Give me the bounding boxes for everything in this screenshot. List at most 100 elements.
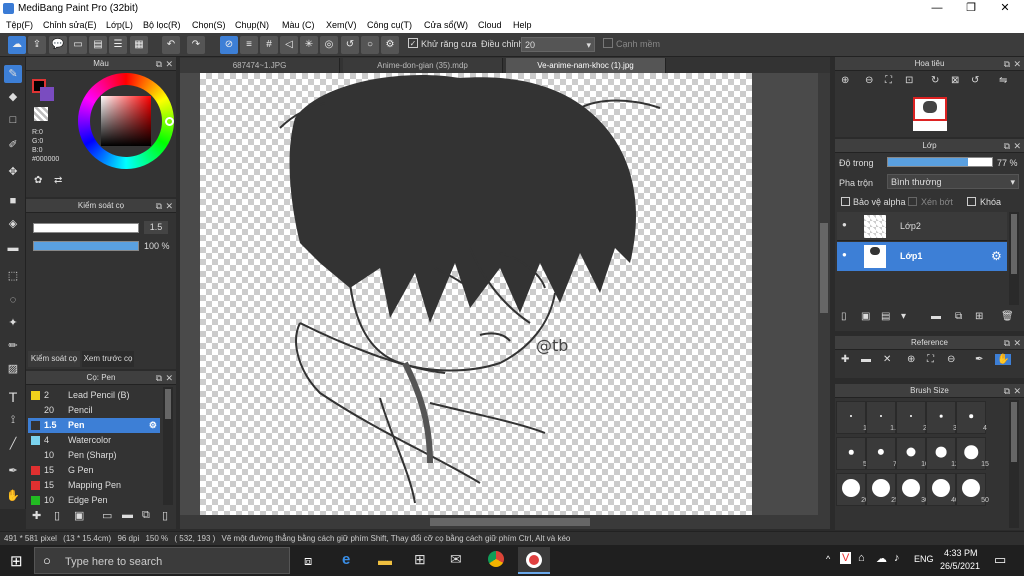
tab-brush-preview[interactable]: Xem trước cọ xyxy=(82,351,134,367)
brush-size-preset[interactable]: 2 xyxy=(896,401,927,434)
redo-icon[interactable]: ↷ xyxy=(187,36,205,54)
layer-opacity-slider[interactable] xyxy=(887,157,993,167)
cloud-icon[interactable]: ☁ xyxy=(8,36,26,54)
zoom-out-icon[interactable]: ⊖ xyxy=(865,75,873,86)
rectangle-tool-icon[interactable]: □ xyxy=(4,111,22,129)
store-icon[interactable]: ⊞ xyxy=(414,551,426,568)
snap-checkbox[interactable] xyxy=(603,38,613,48)
duplicate-brush-icon[interactable]: ▭ xyxy=(102,509,112,522)
zoom-in-icon[interactable]: ⊕ xyxy=(907,354,915,365)
ellipse-snap-icon[interactable]: ○ xyxy=(361,36,379,54)
panel-close-icon[interactable]: ✕ xyxy=(1013,384,1021,398)
panel-close-icon[interactable]: ✕ xyxy=(1013,57,1021,71)
detach-icon[interactable]: ⧉ xyxy=(1004,384,1010,398)
text-tool-icon[interactable]: T xyxy=(4,388,22,406)
select-eraser-icon[interactable]: ▨ xyxy=(4,360,22,378)
perspective-snap-icon[interactable]: ◁ xyxy=(280,36,298,54)
reference-add-icon[interactable]: ✚ xyxy=(841,354,849,365)
delete-layer-icon[interactable]: 🗑 xyxy=(1001,311,1014,322)
brush-item[interactable]: 10 Edge Pen xyxy=(28,493,160,508)
bucket-tool-icon[interactable]: ◈ xyxy=(4,215,22,233)
folder-icon[interactable]: ▬ xyxy=(122,509,133,521)
hue-handle[interactable] xyxy=(165,117,174,126)
menu-view[interactable]: Xem(V) xyxy=(326,20,357,30)
detach-icon[interactable]: ⧉ xyxy=(156,371,162,385)
detach-icon[interactable]: ⧉ xyxy=(1004,336,1010,350)
hue-wheel[interactable] xyxy=(78,73,174,169)
detach-icon[interactable]: ⧉ xyxy=(1004,57,1010,71)
brush-opacity-slider[interactable] xyxy=(33,241,139,251)
medibang-taskbar-button[interactable] xyxy=(518,547,550,574)
windows-start-icon[interactable]: ⊞ xyxy=(10,552,23,570)
eye-icon[interactable]: ● xyxy=(842,220,847,229)
snap-off-icon[interactable]: ⊘ xyxy=(220,36,238,54)
menu-color[interactable]: Màu (C) xyxy=(282,20,315,30)
panel-close-icon[interactable]: ✕ xyxy=(165,371,173,385)
menu-filter[interactable]: Bộ lọc(R) xyxy=(143,20,181,30)
menu-cloud[interactable]: Cloud xyxy=(478,20,502,30)
panel-close-icon[interactable]: ✕ xyxy=(165,57,173,71)
undo-icon[interactable]: ↶ xyxy=(162,36,180,54)
brush-size-preset[interactable]: 50 xyxy=(956,473,989,506)
notification-icon[interactable]: ▭ xyxy=(994,552,1006,568)
brush-size-preset[interactable]: 3 xyxy=(926,401,957,434)
clock-time[interactable]: 4:33 PM xyxy=(944,548,978,558)
brush-size-preset[interactable]: 5 xyxy=(836,437,867,470)
maximize-button[interactable]: ❐ xyxy=(954,0,988,17)
rotate-reset-icon[interactable]: ↺ xyxy=(971,75,979,86)
brush-size-slider[interactable] xyxy=(33,223,139,233)
antialias-checkbox[interactable]: ✓ xyxy=(408,38,418,48)
detach-icon[interactable]: ⧉ xyxy=(156,199,162,213)
brush-size-preset[interactable]: 30 xyxy=(896,473,929,506)
navigator-thumbnail[interactable] xyxy=(913,97,947,131)
panel-close-icon[interactable]: ✕ xyxy=(1013,139,1021,153)
hand-tool-icon[interactable]: ✋ xyxy=(4,487,22,505)
brush-size-preset[interactable]: 12 xyxy=(926,437,959,470)
drawing-canvas[interactable]: @tb xyxy=(200,73,752,515)
taskbar-search[interactable]: ○ Type here to search xyxy=(34,547,290,574)
panel-close-icon[interactable]: ✕ xyxy=(1013,336,1021,350)
brush-size-preset[interactable]: 1 xyxy=(836,401,867,434)
select-tool-icon[interactable]: ⬚ xyxy=(4,267,22,285)
brush-item[interactable]: 10 Pen (Sharp) xyxy=(28,448,160,463)
new-brush-icon[interactable]: ▯ xyxy=(54,509,60,522)
menu-help[interactable]: Help xyxy=(513,20,532,30)
brush-size-preset[interactable]: 7 xyxy=(866,437,897,470)
message-icon[interactable]: ▭ xyxy=(69,36,87,54)
chrome-icon[interactable] xyxy=(488,551,504,567)
new-layer-icon[interactable]: ▯ xyxy=(841,311,847,322)
select-pen-icon[interactable]: ✏ xyxy=(4,337,22,355)
hand-icon[interactable]: ✋ xyxy=(995,354,1012,365)
layer-row-selected[interactable]: ● Lớp1 ⚙ xyxy=(837,242,1007,271)
list-icon[interactable]: ☰ xyxy=(109,36,127,54)
move-tool-icon[interactable]: ✥ xyxy=(4,163,22,181)
clock-date[interactable]: 26/5/2021 xyxy=(940,561,980,571)
fill-shape-icon[interactable]: ■ xyxy=(4,192,22,210)
eyedropper-icon[interactable]: ✒ xyxy=(4,462,22,480)
brush-item[interactable]: 1.5 Pen ⚙ xyxy=(28,418,160,433)
layer-row[interactable]: ● Lớp2 xyxy=(837,212,1007,241)
layer-scrollbar[interactable] xyxy=(1009,212,1019,305)
divide-tool-icon[interactable]: ╱ xyxy=(4,435,22,453)
pen-tool-icon[interactable]: ✐ xyxy=(4,136,22,154)
brush-size-preset[interactable]: 1.5 xyxy=(866,401,900,434)
antivirus-icon[interactable]: V xyxy=(840,552,852,564)
close-icon[interactable]: ✕ xyxy=(883,354,891,365)
menu-snap[interactable]: Chụp(N) xyxy=(235,20,269,30)
duplicate-layer-icon[interactable]: ⧉ xyxy=(955,311,962,322)
saturation-box[interactable] xyxy=(101,96,151,146)
menu-window[interactable]: Cửa sổ(W) xyxy=(424,20,468,30)
menu-layer[interactable]: Lớp(L) xyxy=(106,20,133,30)
panel-close-icon[interactable]: ✕ xyxy=(165,199,173,213)
new-8bit-layer-icon[interactable]: ▤ xyxy=(881,311,890,322)
brush-size-scrollbar[interactable] xyxy=(1009,400,1019,528)
delete-brush-icon[interactable]: ▯ xyxy=(162,509,168,522)
detach-icon[interactable]: ⧉ xyxy=(156,57,162,71)
magic-wand-icon[interactable]: ✦ xyxy=(4,314,22,332)
dropper-fill-icon[interactable]: ⟟ xyxy=(4,411,22,429)
network-icon[interactable]: ⌂ xyxy=(858,552,865,564)
brush-size-value[interactable]: 1.5 xyxy=(144,221,168,234)
circle-snap-icon[interactable]: ◎ xyxy=(320,36,338,54)
menu-edit[interactable]: Chỉnh sửa(E) xyxy=(43,20,97,30)
lock-checkbox[interactable] xyxy=(967,197,976,206)
